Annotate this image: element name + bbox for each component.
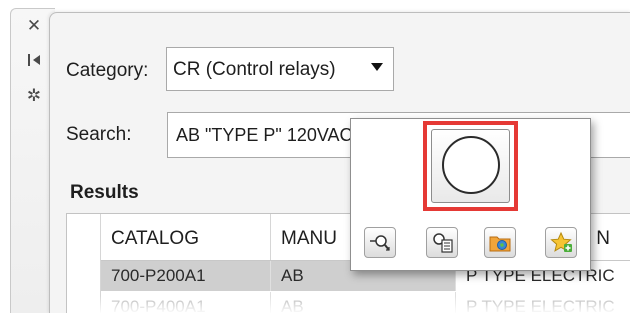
category-value: CR (Control relays) [173, 59, 336, 80]
symbol-preview-popup [350, 118, 591, 271]
settings-icon[interactable]: ✲ [25, 87, 43, 105]
zoom-preview-icon [370, 235, 390, 251]
table-row[interactable]: 700-P400A1 AB P TYPE ELECTRIC [101, 292, 630, 313]
cell-catalog: 700-P400A1 [101, 292, 271, 313]
row-header-column [67, 214, 101, 313]
properties-button[interactable] [426, 227, 458, 258]
pin-icon[interactable] [25, 51, 43, 69]
add-favorite-button[interactable] [545, 227, 577, 258]
results-title: Results [70, 182, 139, 203]
search-value: AB "TYPE P" 120VAC [176, 125, 353, 145]
open-folder-icon [489, 236, 511, 252]
zoom-preview-button[interactable] [364, 227, 396, 258]
cell-catalog: 700-P200A1 [101, 261, 271, 291]
circle-symbol-icon [442, 136, 500, 194]
cell-description: P TYPE ELECTRIC [456, 292, 630, 313]
chevron-down-icon [371, 63, 383, 71]
add-favorite-icon [550, 231, 572, 252]
category-dropdown[interactable]: CR (Control relays) [166, 47, 394, 91]
cell-manufacturer: AB [271, 292, 456, 313]
category-label: Category: [66, 60, 149, 81]
open-folder-button[interactable] [484, 227, 516, 258]
column-header-catalog[interactable]: CATALOG [101, 214, 271, 260]
search-label: Search: [66, 124, 132, 145]
preview-button[interactable] [431, 129, 510, 203]
close-icon[interactable]: ✕ [25, 17, 43, 35]
properties-icon [433, 233, 453, 253]
catalog-browser: ✕ ✲ Category: CR (Control relays) Search… [0, 0, 630, 313]
preview-highlight [423, 121, 518, 211]
